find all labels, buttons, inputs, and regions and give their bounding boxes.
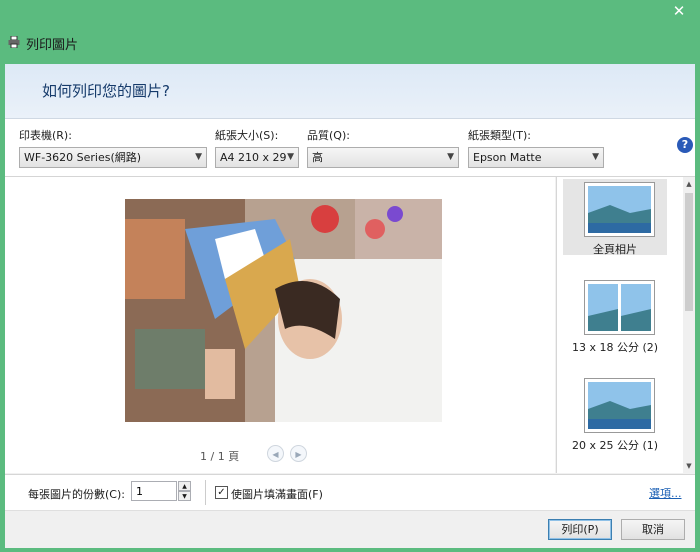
printer-icon: [8, 36, 20, 48]
page-indicator: 1 / 1 頁: [200, 450, 240, 463]
fit-label: 使圖片填滿畫面(F): [231, 488, 323, 501]
paper-size-value: A4 210 x 29: [220, 151, 287, 164]
dropdown-arrow-icon: ▼: [592, 152, 599, 162]
paper-type-label: 紙張類型(T):: [468, 129, 532, 142]
layout-thumbnail: [584, 378, 655, 433]
title-bar: 列印圖片 ✕: [0, 0, 700, 64]
print-dialog: 如何列印您的圖片? 印表機(R): WF-3620 Series(網路) ▼ 紙張…: [5, 64, 695, 548]
dialog-header: 如何列印您的圖片?: [5, 64, 695, 119]
photo-preview: [125, 199, 442, 422]
quality-value: 高: [312, 151, 323, 164]
paper-size-label: 紙張大小(S):: [215, 129, 279, 142]
printer-label: 印表機(R):: [19, 129, 72, 142]
print-button[interactable]: 列印(P): [548, 519, 612, 540]
printer-select[interactable]: WF-3620 Series(網路) ▼: [19, 147, 207, 168]
paper-type-select[interactable]: Epson Matte ▼: [468, 147, 604, 168]
print-settings: 印表機(R): WF-3620 Series(網路) ▼ 紙張大小(S): A4 …: [5, 119, 695, 177]
cancel-button[interactable]: 取消: [621, 519, 685, 540]
help-icon[interactable]: ?: [677, 137, 693, 153]
paper-size-select[interactable]: A4 210 x 29 ▼: [215, 147, 299, 168]
layout-scrollbar[interactable]: ▲ ▼: [683, 177, 695, 473]
dropdown-arrow-icon: ▼: [447, 152, 454, 162]
scroll-down-icon[interactable]: ▼: [683, 459, 695, 473]
next-page-icon[interactable]: ▶: [290, 445, 307, 462]
copies-label: 每張圖片的份數(C):: [28, 488, 125, 501]
quality-label: 品質(Q):: [307, 129, 350, 142]
fit-checkbox[interactable]: ✓: [215, 486, 228, 499]
layout-thumbnail: [584, 280, 655, 335]
dialog-footer: 列印(P) 取消: [5, 510, 695, 548]
layout-item-full-page[interactable]: 全頁相片: [563, 179, 667, 256]
scroll-up-icon[interactable]: ▲: [683, 177, 695, 191]
dropdown-arrow-icon: ▼: [287, 152, 294, 162]
options-bar: 每張圖片的份數(C): ▲ ▼ ✓ 使圖片填滿畫面(F) 選項...: [5, 474, 695, 510]
options-link[interactable]: 選項...: [649, 485, 682, 501]
divider: [205, 480, 206, 505]
prev-page-icon[interactable]: ◀: [267, 445, 284, 462]
layout-label: 全頁相片: [593, 243, 637, 256]
quality-select[interactable]: 高 ▼: [307, 147, 459, 168]
dropdown-arrow-icon: ▼: [195, 152, 202, 162]
photo-image: [125, 199, 442, 422]
print-preview: 1 / 1 頁 ◀ ▶: [5, 177, 555, 473]
close-icon[interactable]: ✕: [668, 2, 690, 20]
spin-up-icon[interactable]: ▲: [178, 481, 191, 491]
page-title: 如何列印您的圖片?: [42, 82, 170, 100]
paper-type-value: Epson Matte: [473, 151, 542, 164]
layout-thumbnail: [584, 182, 655, 237]
layout-list: 全頁相片 13 x 18 公分 (2) 20 x 25 公分 (1): [556, 177, 684, 473]
layout-label: 13 x 18 公分 (2): [571, 341, 659, 354]
spin-down-icon[interactable]: ▼: [178, 491, 191, 501]
window-title: 列印圖片: [26, 38, 79, 53]
scroll-thumb[interactable]: [685, 193, 693, 311]
layout-label: 20 x 25 公分 (1): [571, 439, 659, 452]
layout-item-20x25[interactable]: 20 x 25 公分 (1): [563, 375, 667, 452]
layout-item-13x18[interactable]: 13 x 18 公分 (2): [563, 277, 667, 354]
copies-input[interactable]: [131, 481, 177, 501]
printer-value: WF-3620 Series(網路): [24, 151, 142, 164]
checkmark-icon: ✓: [217, 487, 226, 498]
